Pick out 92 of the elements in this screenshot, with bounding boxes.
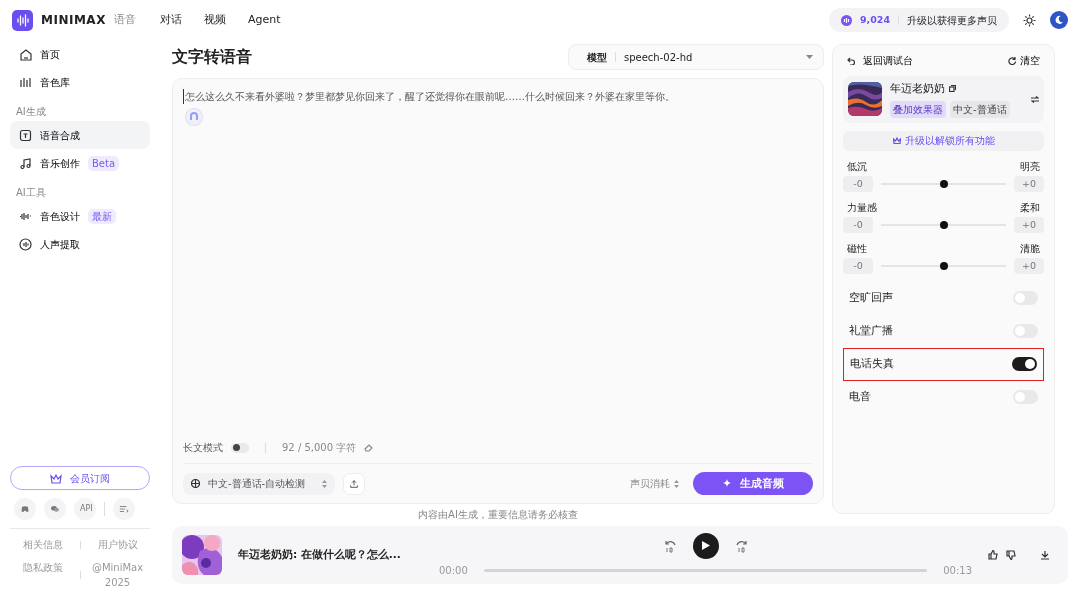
sidebar-item[interactable]: 音色设计 最新 (10, 202, 150, 230)
model-value: speech-02-hd (624, 50, 694, 65)
slider-handle[interactable] (939, 261, 948, 270)
model-label: 模型 (587, 50, 607, 65)
product-label: 语音 (113, 11, 136, 28)
forward-icon[interactable] (734, 538, 749, 553)
logo-icon (12, 9, 33, 31)
globe-icon (191, 479, 200, 488)
slider-label: 力量感 (847, 200, 877, 215)
list-icon (119, 503, 129, 515)
collapse-button[interactable] (113, 498, 135, 520)
voice-tag: 中文-普通话 (950, 100, 1010, 118)
page-title: 文字转语音 (172, 46, 252, 68)
refresh-icon (1008, 56, 1016, 65)
credit-count: 9,024 (859, 12, 890, 27)
slider-handle[interactable] (939, 179, 948, 188)
eraser-icon[interactable] (364, 443, 374, 452)
effect-label: 电话失真 (850, 356, 894, 372)
sort-icon (674, 479, 679, 488)
chat-button[interactable] (44, 498, 66, 520)
section-heading: AI工具 (15, 186, 47, 200)
undo-icon (847, 56, 855, 65)
slider-label: 清脆 (1020, 241, 1040, 256)
theme-icon[interactable] (1023, 13, 1036, 27)
value-field[interactable]: +0 (1014, 175, 1044, 192)
thumbs-down-icon[interactable] (1006, 550, 1016, 560)
time-label: 00:13 (943, 563, 972, 578)
copy-icon[interactable] (949, 85, 956, 93)
avatar-icon[interactable] (1050, 11, 1068, 29)
back-button[interactable]: 返回调试台 (847, 53, 913, 68)
upgrade-button[interactable]: 升级以解锁所有功能 (843, 130, 1044, 151)
long-mode-toggle[interactable] (231, 442, 249, 453)
sidebar-item[interactable]: 音色库 (10, 68, 150, 96)
text-input[interactable]: 怎么这么久不来看外婆啦？梦里都梦见你回来了，醒了还觉得你在眼前呢……什么时候回来？外婆在家里等你。 (183, 89, 813, 104)
time-label: 00:00 (439, 563, 468, 578)
value-field[interactable]: -0 (843, 216, 873, 233)
new-badge: Beta (88, 155, 120, 171)
value-field[interactable]: -0 (843, 175, 873, 192)
discord-button[interactable] (14, 498, 36, 520)
play-button[interactable] (692, 532, 719, 559)
brand-name: MINIMAX (41, 12, 106, 29)
language-select[interactable]: 中文-普通话-自动检测 (183, 472, 335, 495)
long-mode-label: 长文模式 (183, 441, 223, 455)
value-field[interactable]: +0 (1014, 257, 1044, 274)
slider-label: 柔和 (1020, 200, 1040, 215)
section-heading: AI生成 (15, 105, 47, 119)
sort-icon (322, 479, 327, 488)
sparkle-icon (722, 479, 732, 488)
assistant-icon (185, 108, 203, 126)
effect-label: 空旷回声 (849, 290, 893, 306)
thumbs-up-icon[interactable] (988, 550, 998, 560)
disclaimer-text: 内容由AI生成，重要信息请务必核查 (417, 508, 579, 522)
slider-label: 明亮 (1020, 159, 1040, 174)
sidebar-item[interactable]: 首页 (10, 40, 150, 68)
credits-pill[interactable]: 9,024 升级以获得更多声贝 (828, 8, 1009, 32)
model-select[interactable]: 模型 speech-02-hd (568, 44, 824, 70)
subscribe-button[interactable]: 会员订阅 (10, 466, 150, 490)
api-button[interactable]: API (74, 498, 96, 520)
value-field[interactable]: -0 (843, 257, 873, 274)
nav-link[interactable]: Agent (247, 11, 281, 29)
voice-name: 年迈老奶奶 (890, 81, 945, 96)
sidebar-item[interactable]: 音乐创作 Beta (10, 149, 150, 177)
crown-icon (50, 472, 62, 484)
char-count: 92 / 5,000 字符 (282, 441, 357, 455)
clear-button[interactable]: 清空 (1008, 53, 1040, 68)
upload-icon (350, 477, 358, 490)
progress-track[interactable] (483, 568, 928, 572)
generate-button[interactable]: 生成音频 (693, 472, 813, 495)
slider-handle[interactable] (939, 220, 948, 229)
play-icon (701, 541, 710, 550)
upgrade-text: 升级以获得更多声贝 (907, 13, 997, 28)
voice-credit-icon (840, 14, 852, 26)
slider-label: 低沉 (847, 159, 867, 174)
value-field[interactable]: +0 (1014, 216, 1044, 233)
download-icon[interactable] (1040, 550, 1050, 560)
voice-tag: 叠加效果器 (890, 100, 946, 118)
cost-select[interactable]: 声贝消耗 (624, 475, 685, 492)
sidebar-item[interactable]: 人声提取 (10, 230, 150, 258)
caret-icon (806, 55, 813, 59)
new-badge: 最新 (88, 208, 116, 224)
nav-link[interactable]: 视频 (203, 11, 226, 29)
voice-card[interactable]: 年迈老奶奶 叠加效果器 中文-普通话 (843, 76, 1044, 123)
rewind-icon[interactable] (662, 538, 677, 553)
swap-icon[interactable] (1031, 95, 1039, 103)
track-title: 年迈老奶奶: 在做什么呢？怎么... (238, 547, 402, 563)
effect-toggle[interactable] (1012, 357, 1037, 372)
nav-link[interactable]: 对话 (159, 11, 182, 29)
effect-label: 电音 (849, 389, 871, 405)
slider-label: 磁性 (847, 241, 867, 256)
sidebar-item[interactable]: 语音合成 (10, 121, 150, 149)
crown-icon (892, 137, 901, 145)
effect-label: 礼堂广播 (849, 323, 893, 339)
